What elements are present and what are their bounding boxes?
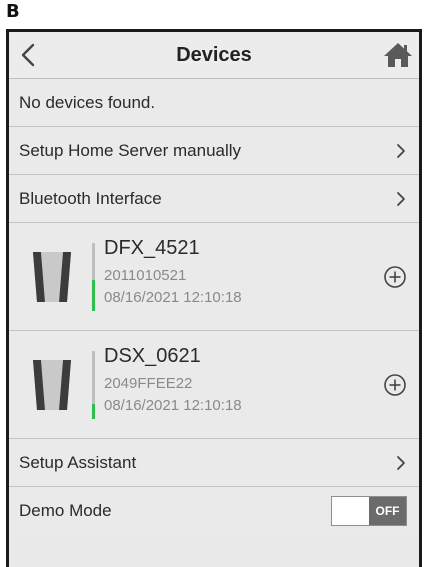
setup-assistant-label: Setup Assistant — [19, 452, 137, 472]
chevron-right-icon — [397, 191, 405, 206]
device-name: DSX_0621 — [104, 345, 201, 367]
home-icon[interactable] — [383, 41, 413, 69]
device-icon — [33, 252, 71, 302]
page-title: Devices — [176, 43, 252, 66]
toggle-state-label: OFF — [369, 497, 406, 525]
toggle-knob — [332, 497, 369, 525]
device-timestamp: 08/16/2021 12:10:18 — [104, 397, 242, 414]
setup-home-server-row[interactable]: Setup Home Server manually — [9, 127, 419, 175]
bluetooth-interface-row[interactable]: Bluetooth Interface — [9, 175, 419, 223]
add-circle-icon[interactable] — [383, 373, 407, 397]
chevron-right-icon — [397, 455, 405, 470]
device-id: 2011010521 — [104, 267, 187, 284]
demo-mode-label: Demo Mode — [19, 501, 112, 520]
device-id: 2049FFEE22 — [104, 375, 193, 392]
back-icon[interactable] — [15, 39, 43, 71]
chevron-right-icon — [397, 143, 405, 158]
demo-mode-row: Demo Mode OFF — [9, 487, 419, 535]
add-circle-icon[interactable] — [383, 265, 407, 289]
device-name: DFX_4521 — [104, 237, 200, 259]
device-timestamp: 08/16/2021 12:10:18 — [104, 289, 242, 306]
setup-assistant-row[interactable]: Setup Assistant — [9, 439, 419, 487]
signal-bar — [92, 351, 95, 419]
panel-letter: B — [6, 1, 20, 22]
demo-mode-toggle[interactable]: OFF — [331, 496, 407, 526]
signal-bar — [92, 243, 95, 311]
device-item[interactable]: DSX_0621 2049FFEE22 08/16/2021 12:10:18 — [9, 331, 419, 439]
signal-bar-fill — [92, 280, 95, 311]
header: Devices — [9, 32, 419, 79]
setup-home-server-label: Setup Home Server manually — [19, 140, 242, 160]
device-icon — [33, 360, 71, 410]
bluetooth-interface-label: Bluetooth Interface — [19, 188, 162, 208]
signal-bar-fill — [92, 404, 95, 419]
device-screen: Devices No devices found. Setup Home Ser… — [6, 29, 422, 567]
no-devices-label: No devices found. — [19, 92, 156, 112]
device-item[interactable]: DFX_4521 2011010521 08/16/2021 12:10:18 — [9, 223, 419, 331]
no-devices-row: No devices found. — [9, 79, 419, 127]
